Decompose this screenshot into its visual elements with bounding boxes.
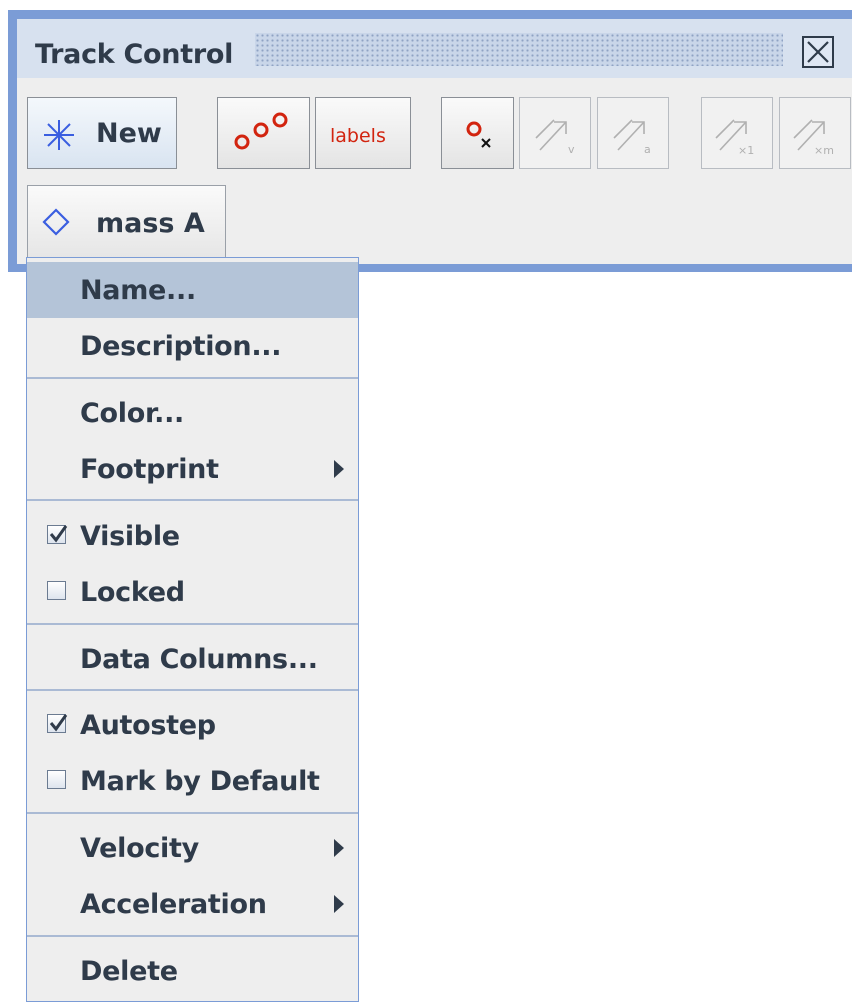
menu-item-label: Color... bbox=[80, 398, 185, 429]
trail-circles-icon bbox=[234, 112, 288, 150]
position-button[interactable] bbox=[441, 97, 514, 169]
menu-separator bbox=[27, 499, 358, 501]
toolbar: New labels v a ×1 ×m bbox=[17, 85, 852, 178]
menu-separator bbox=[27, 812, 358, 814]
force-xm-icon: ×m bbox=[793, 119, 834, 157]
velocity-button[interactable]: v bbox=[519, 97, 591, 169]
checkbox-unchecked-icon[interactable] bbox=[47, 770, 66, 789]
asterisk-icon bbox=[44, 120, 74, 150]
force-xm-button[interactable]: ×m bbox=[779, 97, 851, 169]
menu-item-label: Velocity bbox=[80, 833, 199, 864]
track-control-body: Track Control New labels v a ×1 ×m mass … bbox=[17, 19, 852, 264]
menu-item-label: Data Columns... bbox=[80, 644, 318, 675]
position-marker-icon bbox=[466, 121, 491, 148]
submenu-arrow-icon bbox=[334, 839, 344, 857]
force-x1-icon: ×1 bbox=[715, 119, 754, 157]
svg-text:×1: ×1 bbox=[738, 144, 754, 157]
menu-separator bbox=[27, 689, 358, 691]
menu-item-color[interactable]: Color... bbox=[27, 385, 358, 441]
menu-item-visible[interactable]: Visible bbox=[27, 508, 358, 564]
drag-grip[interactable] bbox=[255, 33, 783, 66]
title-bar[interactable]: Track Control bbox=[17, 19, 852, 78]
menu-item-label: Description... bbox=[80, 331, 282, 362]
svg-text:v: v bbox=[568, 143, 575, 156]
menu-item-label: Locked bbox=[80, 577, 185, 608]
acceleration-button[interactable]: a bbox=[597, 97, 669, 169]
checkbox-unchecked-icon[interactable] bbox=[47, 581, 66, 600]
track-control-window: Track Control New labels v a ×1 ×m mass … bbox=[8, 10, 852, 272]
menu-item-label: Name... bbox=[80, 275, 196, 306]
menu-item-velocity[interactable]: Velocity bbox=[27, 820, 358, 876]
menu-item-label: Delete bbox=[80, 956, 178, 987]
menu-separator bbox=[27, 935, 358, 937]
menu-separator bbox=[27, 623, 358, 625]
checkbox-checked-icon[interactable] bbox=[47, 714, 68, 733]
menu-item-footprint[interactable]: Footprint bbox=[27, 441, 358, 497]
menu-item-acceleration[interactable]: Acceleration bbox=[27, 876, 358, 932]
menu-item-autostep[interactable]: Autostep bbox=[27, 697, 358, 753]
menu-item-label: Visible bbox=[80, 521, 180, 552]
trail-button[interactable] bbox=[217, 97, 310, 169]
menu-item-mark-by-default[interactable]: Mark by Default bbox=[27, 753, 358, 809]
svg-text:×m: ×m bbox=[814, 144, 834, 157]
menu-item-label: Autostep bbox=[80, 710, 216, 741]
menu-item-description[interactable]: Description... bbox=[27, 318, 358, 374]
track-button-label: mass A bbox=[96, 208, 205, 239]
acceleration-vector-icon: a bbox=[613, 119, 651, 156]
submenu-arrow-icon bbox=[334, 460, 344, 478]
labels-button[interactable]: labels bbox=[315, 97, 411, 169]
labels-button-label: labels bbox=[330, 125, 386, 147]
menu-separator bbox=[27, 377, 358, 379]
menu-item-label: Mark by Default bbox=[80, 766, 320, 797]
track-context-menu: Name... Description... Color... Footprin… bbox=[26, 257, 359, 1002]
svg-text:a: a bbox=[644, 143, 651, 156]
track-button-mass-a[interactable]: mass A bbox=[27, 185, 226, 259]
force-x1-button[interactable]: ×1 bbox=[701, 97, 773, 169]
diamond-icon bbox=[42, 208, 70, 236]
checkbox-checked-icon[interactable] bbox=[47, 525, 68, 544]
menu-item-label: Acceleration bbox=[80, 889, 267, 920]
new-button[interactable]: New bbox=[27, 97, 177, 169]
menu-item-name[interactable]: Name... bbox=[27, 262, 358, 318]
submenu-arrow-icon bbox=[334, 895, 344, 913]
menu-item-delete[interactable]: Delete bbox=[27, 943, 358, 999]
velocity-vector-icon: v bbox=[535, 119, 575, 156]
new-button-label: New bbox=[96, 118, 162, 149]
menu-item-locked[interactable]: Locked bbox=[27, 564, 358, 620]
menu-item-label: Footprint bbox=[80, 454, 219, 485]
track-bar: mass A bbox=[17, 177, 852, 262]
menu-item-data-columns[interactable]: Data Columns... bbox=[27, 631, 358, 687]
window-title: Track Control bbox=[35, 39, 234, 70]
close-icon[interactable] bbox=[802, 36, 834, 68]
